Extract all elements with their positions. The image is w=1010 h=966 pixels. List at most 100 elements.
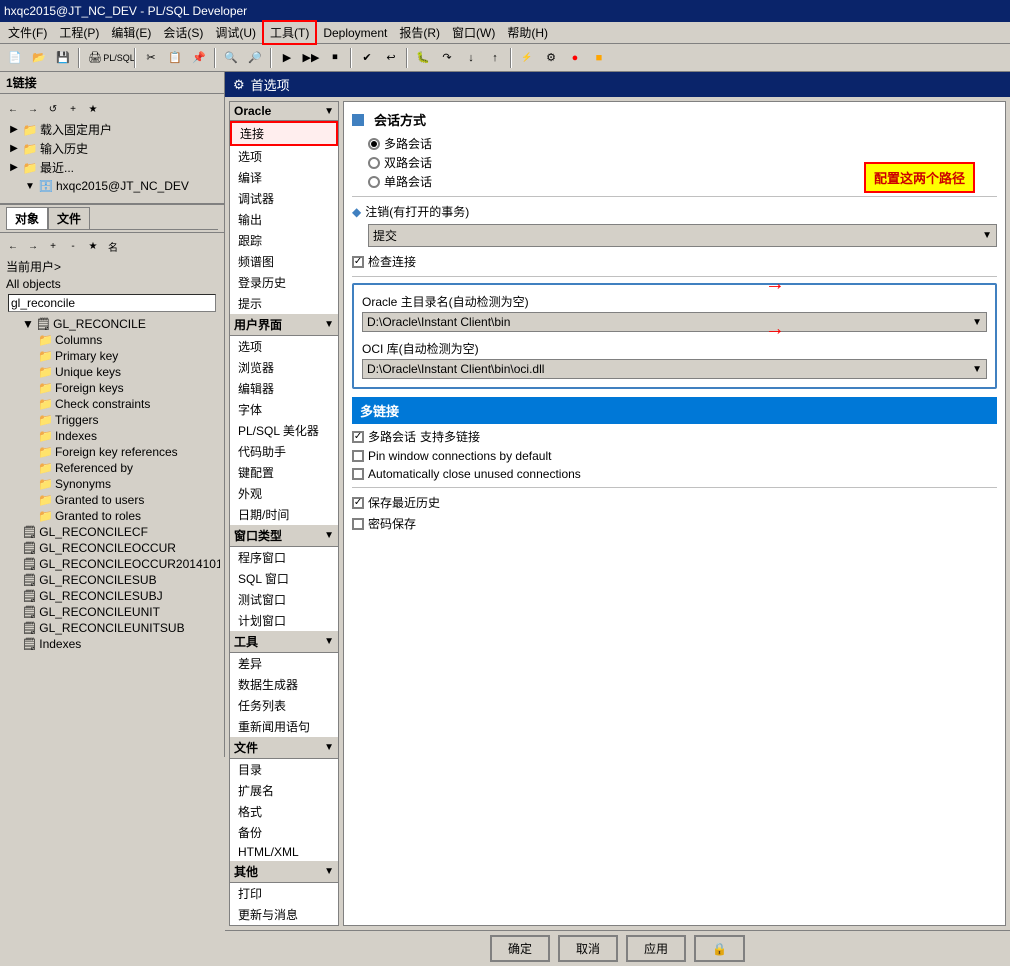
nav-item-html-xml[interactable]: HTML/XML (230, 843, 338, 861)
menu-deployment[interactable]: Deployment (317, 24, 393, 42)
auto-close-checkbox[interactable] (352, 468, 364, 480)
obj-minus[interactable]: - (64, 237, 82, 255)
nav-section-window[interactable]: 窗口类型 ▼ (230, 525, 338, 547)
nav-item-editor[interactable]: 编辑器 (230, 378, 338, 399)
refresh-btn[interactable]: ↺ (44, 100, 62, 118)
commit-btn[interactable]: ✔ (356, 47, 378, 69)
lock-button[interactable]: 🔒 (694, 935, 745, 962)
save-password-checkbox[interactable] (352, 518, 364, 530)
nav-item-connect[interactable]: 连接 (230, 121, 338, 146)
save-btn[interactable]: 💾 (52, 47, 74, 69)
nav-item-datetime[interactable]: 日期/时间 (230, 504, 338, 525)
obj-star[interactable]: ★ (84, 237, 102, 255)
tree-indexes[interactable]: 📁 Indexes (6, 428, 218, 444)
red-btn[interactable]: ● (564, 47, 586, 69)
nav-item-key-config[interactable]: 键配置 (230, 462, 338, 483)
radio-multi-dot[interactable] (368, 138, 380, 150)
gl-indexes[interactable]: 🗒 Indexes (6, 636, 218, 652)
nav-item-trace[interactable]: 跟踪 (230, 230, 338, 251)
nav-item-output[interactable]: 输出 (230, 209, 338, 230)
ok-button[interactable]: 确定 (490, 935, 550, 962)
step-over-btn[interactable]: ↓ (460, 47, 482, 69)
nav-item-spectrum[interactable]: 频谱图 (230, 251, 338, 272)
nav-item-format[interactable]: 格式 (230, 801, 338, 822)
menu-window[interactable]: 窗口(W) (446, 22, 501, 43)
menu-project[interactable]: 工程(P) (53, 22, 105, 43)
tree-synonyms[interactable]: 📁 Synonyms (6, 476, 218, 492)
logout-select[interactable]: 提交 ▼ (368, 224, 997, 247)
nav-item-compile[interactable]: 编译 (230, 167, 338, 188)
auto-close-row[interactable]: Automatically close unused connections (352, 467, 997, 481)
radio-dual-dot[interactable] (368, 157, 380, 169)
search-btn[interactable]: 🔍 (220, 47, 242, 69)
nav-item-prog-win[interactable]: 程序窗口 (230, 547, 338, 568)
radio-single-dot[interactable] (368, 176, 380, 188)
menu-tools[interactable]: 工具(T) (262, 20, 317, 45)
obj-forward[interactable]: → (24, 237, 42, 255)
tree-unique-keys[interactable]: 📁 Unique keys (6, 364, 218, 380)
nav-item-hints[interactable]: 提示 (230, 293, 338, 314)
nav-section-ui[interactable]: 用户界面 ▼ (230, 314, 338, 336)
forward-btn[interactable]: → (24, 100, 42, 118)
pin-window-checkbox[interactable] (352, 450, 364, 462)
gl-reconcilesub[interactable]: 🗒 GL_RECONCILESUB (6, 572, 218, 588)
star-conn-btn[interactable]: ★ (84, 100, 102, 118)
oracle-home-select[interactable]: D:\Oracle\Instant Client\bin ▼ (362, 312, 987, 332)
nav-item-debugger[interactable]: 调试器 (230, 188, 338, 209)
session-btn[interactable]: ⚡ (516, 47, 538, 69)
paste-btn[interactable]: 📌 (188, 47, 210, 69)
nav-section-oracle[interactable]: Oracle ▼ (230, 102, 338, 121)
save-history-checkbox[interactable] (352, 497, 364, 509)
tab-file[interactable]: 文件 (48, 207, 90, 229)
nav-item-browser[interactable]: 浏览器 (230, 357, 338, 378)
tree-granted-users[interactable]: 📁 Granted to users (6, 492, 218, 508)
nav-item-directory[interactable]: 目录 (230, 759, 338, 780)
copy-btn[interactable]: 📋 (164, 47, 186, 69)
rollback-btn[interactable]: ↩ (380, 47, 402, 69)
check-conn-row[interactable]: 检查连接 (352, 253, 997, 270)
nav-section-other[interactable]: 其他 ▼ (230, 861, 338, 883)
obj-name[interactable]: 名 (104, 237, 122, 255)
add-conn-btn[interactable]: + (64, 100, 82, 118)
tree-item-load-user[interactable]: ▶ 📁 载入固定用户 (4, 120, 220, 139)
gl-reconcileoccur[interactable]: 🗒 GL_RECONCILEOCCUR (6, 540, 218, 556)
orange-btn[interactable]: ■ (588, 47, 610, 69)
menu-help[interactable]: 帮助(H) (501, 22, 554, 43)
tree-item-input-history[interactable]: ▶ 📁 输入历史 (4, 139, 220, 158)
nav-item-backup[interactable]: 备份 (230, 822, 338, 843)
run-all-btn[interactable]: ▶▶ (300, 47, 322, 69)
tree-triggers[interactable]: 📁 Triggers (6, 412, 218, 428)
run-btn[interactable]: ▶ (276, 47, 298, 69)
nav-item-options[interactable]: 选项 (230, 146, 338, 167)
nav-item-code-assistant[interactable]: 代码助手 (230, 441, 338, 462)
nav-item-login-history[interactable]: 登录历史 (230, 272, 338, 293)
menu-session[interactable]: 会话(S) (157, 22, 209, 43)
new-btn[interactable]: 📄 (4, 47, 26, 69)
gl-reconcileunit[interactable]: 🗒 GL_RECONCILEUNIT (6, 604, 218, 620)
nav-section-tools[interactable]: 工具 ▼ (230, 631, 338, 653)
nav-item-ui-options[interactable]: 选项 (230, 336, 338, 357)
obj-add[interactable]: + (44, 237, 62, 255)
nav-section-file[interactable]: 文件 ▼ (230, 737, 338, 759)
gl-reconcileunitsub[interactable]: 🗒 GL_RECONCILEUNITSUB (6, 620, 218, 636)
obj-back[interactable]: ← (4, 237, 22, 255)
psql-btn[interactable]: PL/SQL (108, 47, 130, 69)
menu-edit[interactable]: 编辑(E) (105, 22, 157, 43)
gl-root[interactable]: ▼ 🗒 GL_RECONCILE (6, 316, 218, 332)
multilink-row[interactable]: 多路会话 支持多链接 (352, 428, 997, 445)
search-input[interactable] (8, 294, 216, 312)
nav-item-appearance[interactable]: 外观 (230, 483, 338, 504)
nav-item-tasklist[interactable]: 任务列表 (230, 695, 338, 716)
apply-button[interactable]: 应用 (626, 935, 686, 962)
step-btn[interactable]: ↷ (436, 47, 458, 69)
cancel-button[interactable]: 取消 (558, 935, 618, 962)
nav-item-sql-win[interactable]: SQL 窗口 (230, 568, 338, 589)
tree-item-recent[interactable]: ▶ 📁 最近... (4, 158, 220, 177)
tree-check-constraints[interactable]: 📁 Check constraints (6, 396, 218, 412)
debug-btn[interactable]: 🐛 (412, 47, 434, 69)
save-password-row[interactable]: 密码保存 (352, 515, 997, 532)
tree-item-db[interactable]: ▼ 🗄 hxqc2015@JT_NC_DEV (4, 177, 220, 195)
menu-reports[interactable]: 报告(R) (393, 22, 446, 43)
nav-item-print[interactable]: 打印 (230, 883, 338, 904)
step-out-btn[interactable]: ↑ (484, 47, 506, 69)
